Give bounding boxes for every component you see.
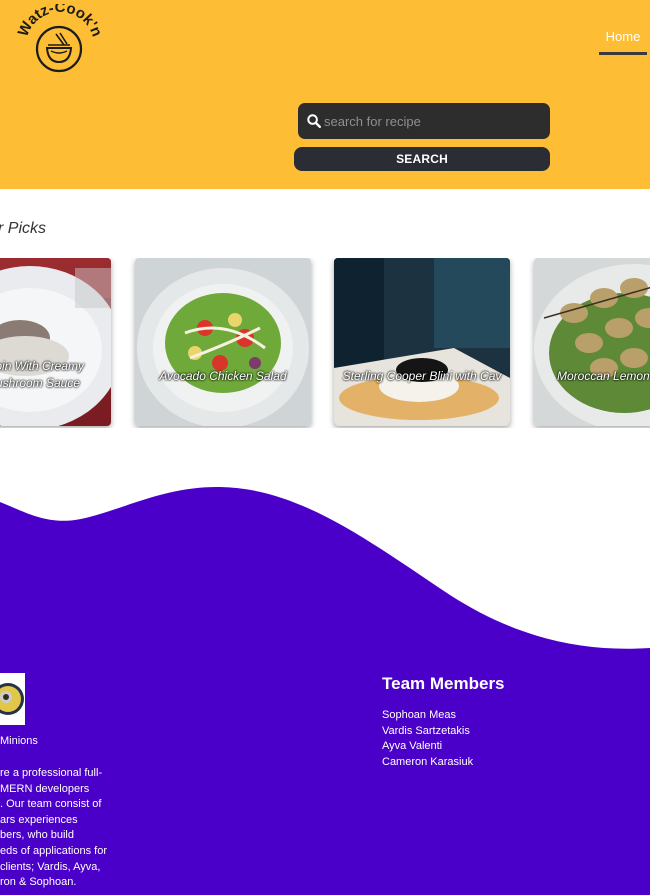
- picks-carousel: enderloin With Creamy ted Mushroom Sauce…: [0, 258, 650, 428]
- search-button[interactable]: SEARCH: [294, 147, 550, 171]
- about-line: re a professional full-: [0, 767, 103, 779]
- site-header: Watz-Cook'n Home SEARCH: [0, 0, 650, 189]
- recipe-caption: Moroccan Lemon: [557, 369, 650, 383]
- search-input[interactable]: [324, 113, 544, 129]
- recipe-photo: [334, 258, 510, 426]
- team-member: Sophoan Meas: [382, 709, 456, 721]
- about-line: eds of applications for: [0, 844, 108, 857]
- team-name: Minions: [0, 735, 38, 747]
- search-icon: [307, 114, 321, 128]
- team-member: Cameron Karasiuk: [382, 756, 474, 769]
- about-line: ars experiences: [0, 813, 78, 826]
- recipe-card[interactable]: Moroccan Lemon: [534, 258, 650, 426]
- team-member: Vardis Sartzetakis: [382, 724, 470, 737]
- recipe-caption: enderloin With Creamy: [0, 359, 84, 373]
- nav-home-link[interactable]: Home: [599, 27, 647, 55]
- about-line: clients; Vardis, Ayva,: [0, 860, 101, 873]
- team-logo: [0, 673, 25, 725]
- nav-active-underline: [599, 52, 647, 55]
- recipe-caption: Sterling Cooper Blini with Cav: [342, 369, 502, 383]
- recipe-card[interactable]: Sterling Cooper Blini with Cav: [334, 258, 510, 426]
- about-line: bers, who build: [0, 829, 74, 842]
- about-line: . Our team consist of: [0, 798, 102, 811]
- team-members-list: Sophoan Meas Vardis Sartzetakis Ayva Val…: [382, 708, 473, 771]
- recipe-photo: [534, 258, 650, 426]
- recipe-caption: ted Mushroom Sauce: [0, 376, 81, 390]
- about-line: ron & Sophoan.: [0, 876, 77, 889]
- picks-section-title: r Picks: [0, 220, 46, 237]
- recipe-card[interactable]: Avocado Chicken Salad: [135, 258, 311, 426]
- recipe-caption: Avocado Chicken Salad: [159, 369, 287, 383]
- search-bar[interactable]: [298, 103, 550, 139]
- footer-wave: [0, 486, 650, 652]
- about-line: MERN developers: [0, 782, 90, 795]
- svg-text:Watz-Cook'n: Watz-Cook'n: [15, 4, 102, 39]
- recipe-photo: [0, 258, 111, 426]
- team-member: Ayva Valenti: [382, 740, 443, 753]
- recipe-card[interactable]: enderloin With Creamy ted Mushroom Sauce: [0, 258, 111, 426]
- brand-logo[interactable]: Watz-Cook'n: [14, 4, 102, 80]
- recipe-photo: [135, 258, 311, 426]
- team-members-heading: Team Members: [382, 674, 505, 693]
- nav-home-label: Home: [605, 29, 641, 44]
- about-text: re a professional full- MERN developers …: [0, 766, 108, 891]
